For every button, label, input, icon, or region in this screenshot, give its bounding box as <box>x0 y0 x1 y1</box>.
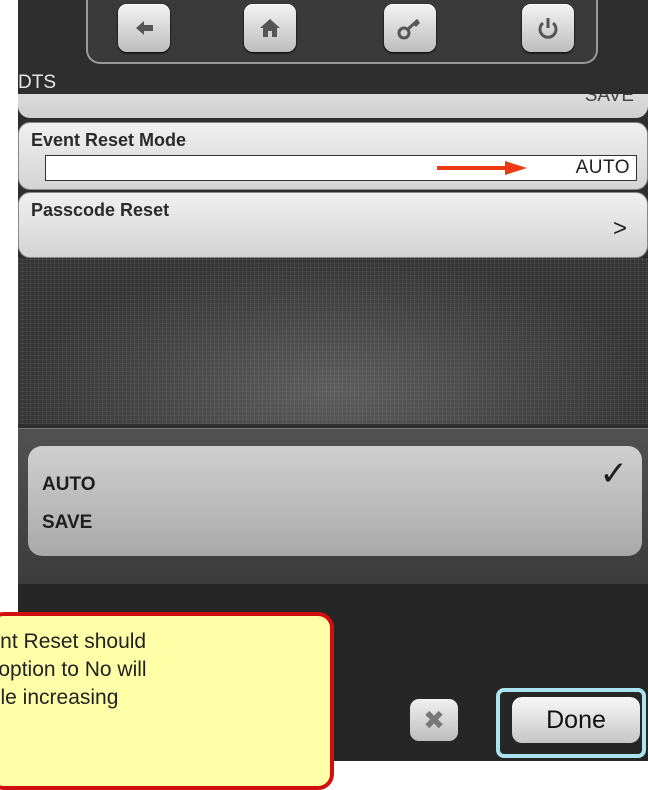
event-reset-mode-label: Event Reset Mode <box>31 130 187 150</box>
partial-row-value: SAVE <box>584 94 634 106</box>
chevron-right-icon: > <box>612 215 627 242</box>
passcode-reset-label: Passcode Reset <box>31 200 170 220</box>
key-icon <box>397 18 421 40</box>
top-nav-bar <box>86 0 598 64</box>
callout-line-2: s option to No will <box>0 658 147 681</box>
home-button[interactable] <box>244 4 296 52</box>
settings-row-passcode-reset[interactable]: Passcode Reset > <box>18 192 648 258</box>
picker-option-save[interactable]: SAVE <box>42 512 92 534</box>
red-arrow-icon <box>437 161 527 175</box>
settings-row-partial[interactable]: SAVE <box>18 94 648 118</box>
back-button[interactable] <box>118 4 170 52</box>
power-button[interactable] <box>522 4 574 52</box>
picker-option-auto[interactable]: AUTO <box>42 474 95 496</box>
back-arrow-icon <box>136 21 153 35</box>
home-icon <box>260 19 280 37</box>
close-icon: ✖ <box>423 704 445 735</box>
event-reset-mode-field[interactable]: AUTO <box>45 155 637 181</box>
callout-line-3: file increasing <box>0 686 119 709</box>
option-picker[interactable]: AUTO ✓ SAVE <box>28 446 642 556</box>
callout-line-1: vent Reset should <box>0 630 147 653</box>
app-title: DTS <box>18 72 56 93</box>
cancel-button[interactable]: ✖ <box>410 699 458 741</box>
done-button[interactable]: Done <box>512 697 640 743</box>
event-reset-mode-value: AUTO <box>575 157 630 178</box>
annotation-callout: vent Reset should s option to No will fi… <box>0 612 334 790</box>
background-texture <box>18 258 648 424</box>
checkmark-icon: ✓ <box>599 455 629 493</box>
settings-row-event-reset-mode[interactable]: Event Reset Mode AUTO <box>18 122 648 190</box>
key-button[interactable] <box>384 4 436 52</box>
power-icon <box>538 18 558 39</box>
